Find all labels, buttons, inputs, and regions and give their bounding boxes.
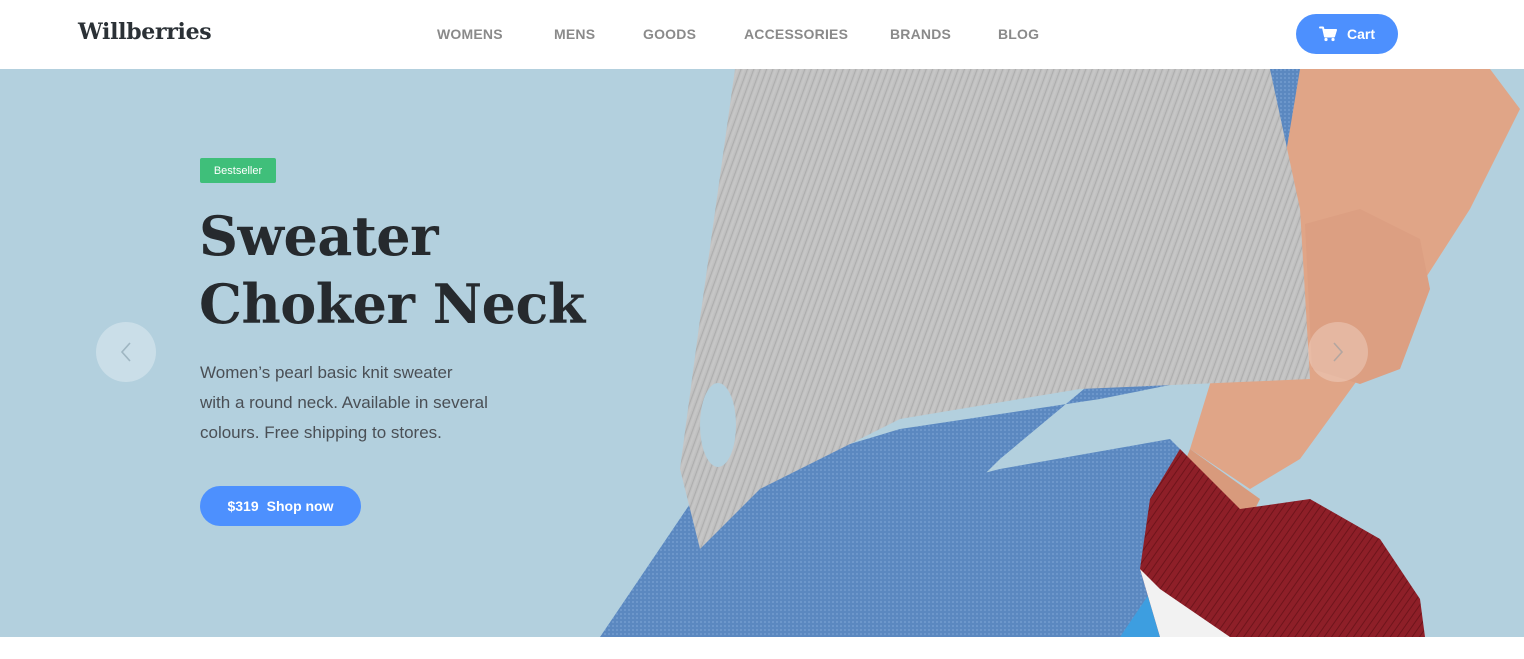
nav-item-blog[interactable]: BLOG — [998, 26, 1039, 42]
nav-item-accessories[interactable]: ACCESSORIES — [744, 26, 848, 42]
hero-description-line-1: Women’s pearl basic knit sweater — [200, 363, 453, 382]
hero-title: Sweater Choker Neck — [199, 202, 619, 338]
hero-description-line-2: with a round neck. Available in several — [200, 393, 488, 412]
shop-now-button[interactable]: $319 Shop now — [200, 486, 361, 526]
page-bottom-strip — [0, 637, 1524, 659]
bestseller-badge: Bestseller — [200, 158, 276, 183]
nav-item-goods[interactable]: GOODS — [643, 26, 696, 42]
shop-now-label: Shop now — [266, 498, 334, 514]
hero-description-line-3: colours. Free shipping to stores. — [200, 423, 442, 442]
site-header: Willberries WOMENS MENS GOODS ACCESSORIE… — [0, 0, 1524, 69]
hero-description: Women’s pearl basic knit sweater with a … — [200, 358, 520, 448]
price-label: $319 — [227, 498, 259, 514]
hero-product-photo — [600, 69, 1520, 637]
slider-prev-button[interactable] — [96, 322, 156, 382]
nav-item-brands[interactable]: BRANDS — [890, 26, 951, 42]
chevron-right-icon — [1333, 342, 1344, 362]
cart-label: Cart — [1346, 26, 1375, 42]
chevron-left-icon — [120, 342, 131, 362]
hero-title-line-1: Sweater — [199, 204, 439, 268]
slider-next-button[interactable] — [1308, 322, 1368, 382]
nav-item-womens[interactable]: WOMENS — [437, 26, 503, 42]
hero-slider: Bestseller Sweater Choker Neck Women’s p… — [0, 69, 1524, 637]
cart-icon — [1318, 26, 1337, 42]
nav-item-mens[interactable]: MENS — [554, 26, 595, 42]
hero-title-line-2: Choker Neck — [199, 272, 585, 336]
cart-button[interactable]: Cart — [1296, 14, 1398, 54]
